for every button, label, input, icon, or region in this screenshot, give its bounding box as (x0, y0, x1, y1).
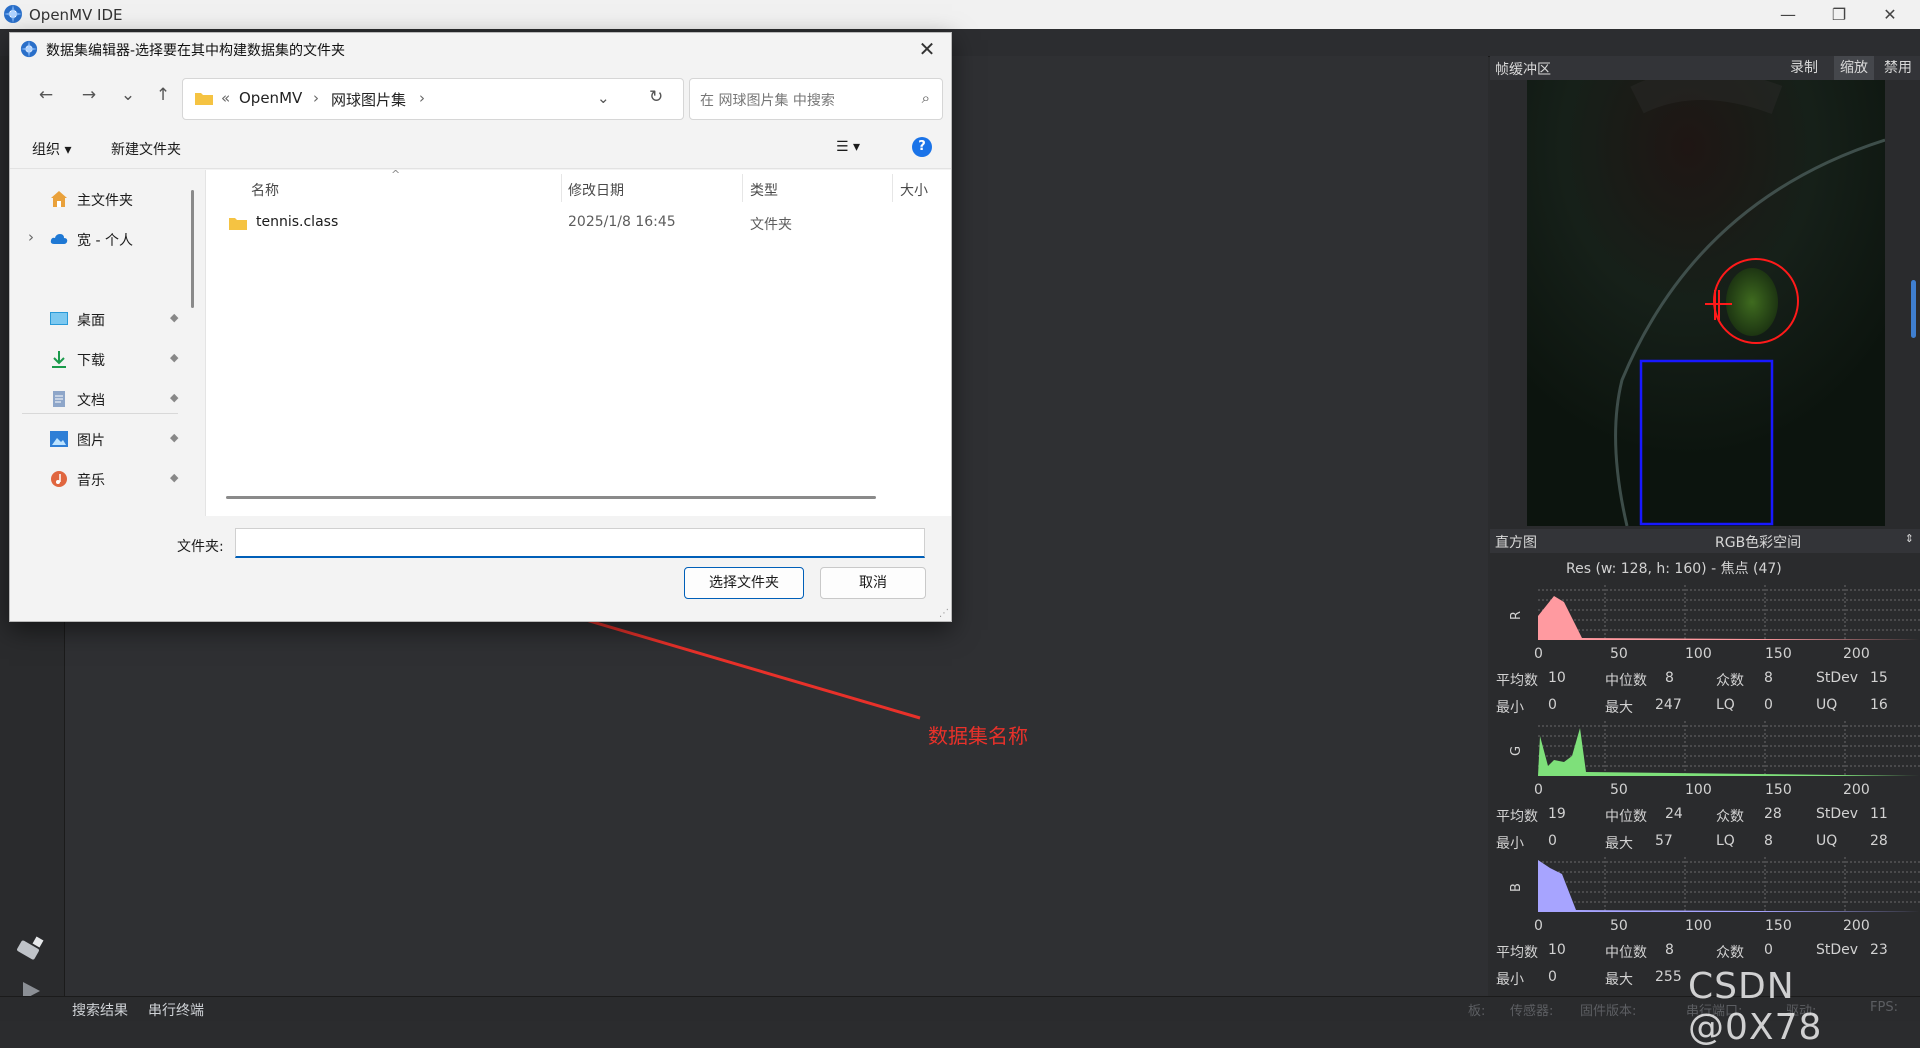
nav-item-music[interactable]: 音乐 ◆ (10, 464, 180, 494)
nav-item-pictures[interactable]: 图片 ◆ (10, 424, 180, 454)
nav-item-label: 下载 (77, 353, 105, 369)
column-divider[interactable] (561, 174, 562, 202)
nav-scrollbar[interactable] (191, 190, 194, 308)
back-icon[interactable]: ← (34, 83, 58, 107)
sort-arrow-icon: ^ (391, 168, 401, 181)
navigation-row: ← → ⌄ ↑ « OpenMV › 网球图片集 › ⌄ ↻ 在 网球图片集 中… (10, 71, 951, 121)
column-divider[interactable] (742, 174, 743, 202)
column-header-modified[interactable]: 修改日期 (568, 180, 624, 200)
nav-item-downloads[interactable]: 下载 ◆ (10, 344, 180, 374)
dialog-footer: 文件夹: 选择文件夹 取消 ⋰ (10, 521, 951, 621)
address-bar[interactable]: « OpenMV › 网球图片集 › ⌄ ↻ (182, 78, 684, 120)
dialog-titlebar: 数据集编辑器-选择要在其中构建数据集的文件夹 ✕ (10, 33, 951, 65)
cancel-button[interactable]: 取消 (820, 567, 926, 599)
dialog-close-button[interactable]: ✕ (913, 36, 941, 62)
pin-icon[interactable]: ◆ (170, 311, 178, 324)
home-icon (51, 191, 67, 207)
nav-item-onedrive[interactable]: › 宽 - 个人 (10, 224, 180, 254)
nav-item-label: 宽 - 个人 (77, 233, 133, 249)
breadcrumb-separator: › (313, 89, 319, 107)
folder-label: 文件夹: (177, 539, 224, 555)
nav-item-documents[interactable]: 文档 ◆ (10, 384, 180, 414)
column-divider[interactable] (892, 174, 893, 202)
file-list: 名称 ^ 修改日期 类型 大小 tennis.class 2025/1/8 16… (205, 168, 951, 516)
file-modified: 2025/1/8 16:45 (568, 214, 676, 230)
openmv-logo-icon (20, 40, 38, 58)
breadcrumb-separator: › (419, 89, 425, 107)
file-row[interactable]: tennis.class 2025/1/8 16:45 文件夹 (206, 208, 951, 238)
nav-item-label: 音乐 (77, 473, 105, 489)
dialog-title: 数据集编辑器-选择要在其中构建数据集的文件夹 (46, 43, 346, 59)
cloud-icon (50, 234, 68, 244)
help-icon[interactable]: ? (912, 137, 932, 157)
folder-picker-dialog: 数据集编辑器-选择要在其中构建数据集的文件夹 ✕ ← → ⌄ ↑ « OpenM… (9, 32, 952, 622)
pin-icon[interactable]: ◆ (170, 351, 178, 364)
file-type: 文件夹 (750, 217, 792, 233)
pin-icon[interactable]: ◆ (170, 471, 178, 484)
desktop-icon (50, 312, 68, 325)
nav-item-label: 主文件夹 (77, 193, 133, 209)
folder-icon (195, 93, 213, 105)
column-header-size[interactable]: 大小 (900, 180, 928, 200)
folder-icon (229, 218, 247, 230)
file-name: tennis.class (256, 214, 339, 230)
document-icon (53, 391, 65, 407)
resize-grip-icon[interactable]: ⋰ (939, 608, 949, 619)
refresh-icon[interactable]: ↻ (649, 87, 663, 107)
organize-menu[interactable]: 组织 ▾ (32, 139, 71, 159)
navigation-pane: 主文件夹 › 宽 - 个人 桌面 ◆ 下载 ◆ 文档 ◆ 图片 ◆ 音乐 ◆ (10, 170, 194, 516)
breadcrumb-current[interactable]: 网球图片集 (331, 89, 406, 110)
folder-name-input[interactable] (235, 528, 925, 558)
command-bar: 组织 ▾ 新建文件夹 ☰ ▾ ? (10, 128, 951, 169)
new-folder-button[interactable]: 新建文件夹 (111, 139, 181, 159)
select-folder-button[interactable]: 选择文件夹 (684, 567, 804, 599)
nav-item-label: 图片 (77, 433, 105, 449)
nav-item-label: 桌面 (77, 313, 105, 329)
nav-item-desktop[interactable]: 桌面 ◆ (10, 304, 180, 334)
download-icon (52, 351, 66, 368)
expand-chevron-icon[interactable]: › (28, 228, 34, 246)
column-header-type[interactable]: 类型 (750, 180, 778, 200)
search-box[interactable]: 在 网球图片集 中搜索 ⌕ (689, 78, 943, 120)
search-placeholder: 在 网球图片集 中搜索 (700, 93, 835, 109)
horizontal-scrollbar[interactable] (226, 496, 876, 499)
annotation-label: 数据集名称 (928, 724, 1028, 748)
view-options-icon[interactable]: ☰ ▾ (836, 139, 860, 155)
pin-icon[interactable]: ◆ (170, 391, 178, 404)
recent-locations-icon[interactable]: ⌄ (116, 83, 140, 107)
forward-icon[interactable]: → (77, 83, 101, 107)
pin-icon[interactable]: ◆ (170, 431, 178, 444)
up-icon[interactable]: ↑ (151, 83, 175, 107)
address-dropdown-icon[interactable]: ⌄ (597, 89, 610, 107)
picture-icon (50, 431, 68, 447)
nav-item-label: 文档 (77, 393, 105, 409)
nav-item-home[interactable]: 主文件夹 (10, 184, 180, 214)
search-icon[interactable]: ⌕ (922, 89, 930, 107)
breadcrumb-overflow[interactable]: « (221, 89, 230, 107)
music-icon (51, 471, 67, 487)
column-header-name[interactable]: 名称 (251, 180, 279, 200)
breadcrumb-openmv[interactable]: OpenMV (239, 89, 302, 107)
